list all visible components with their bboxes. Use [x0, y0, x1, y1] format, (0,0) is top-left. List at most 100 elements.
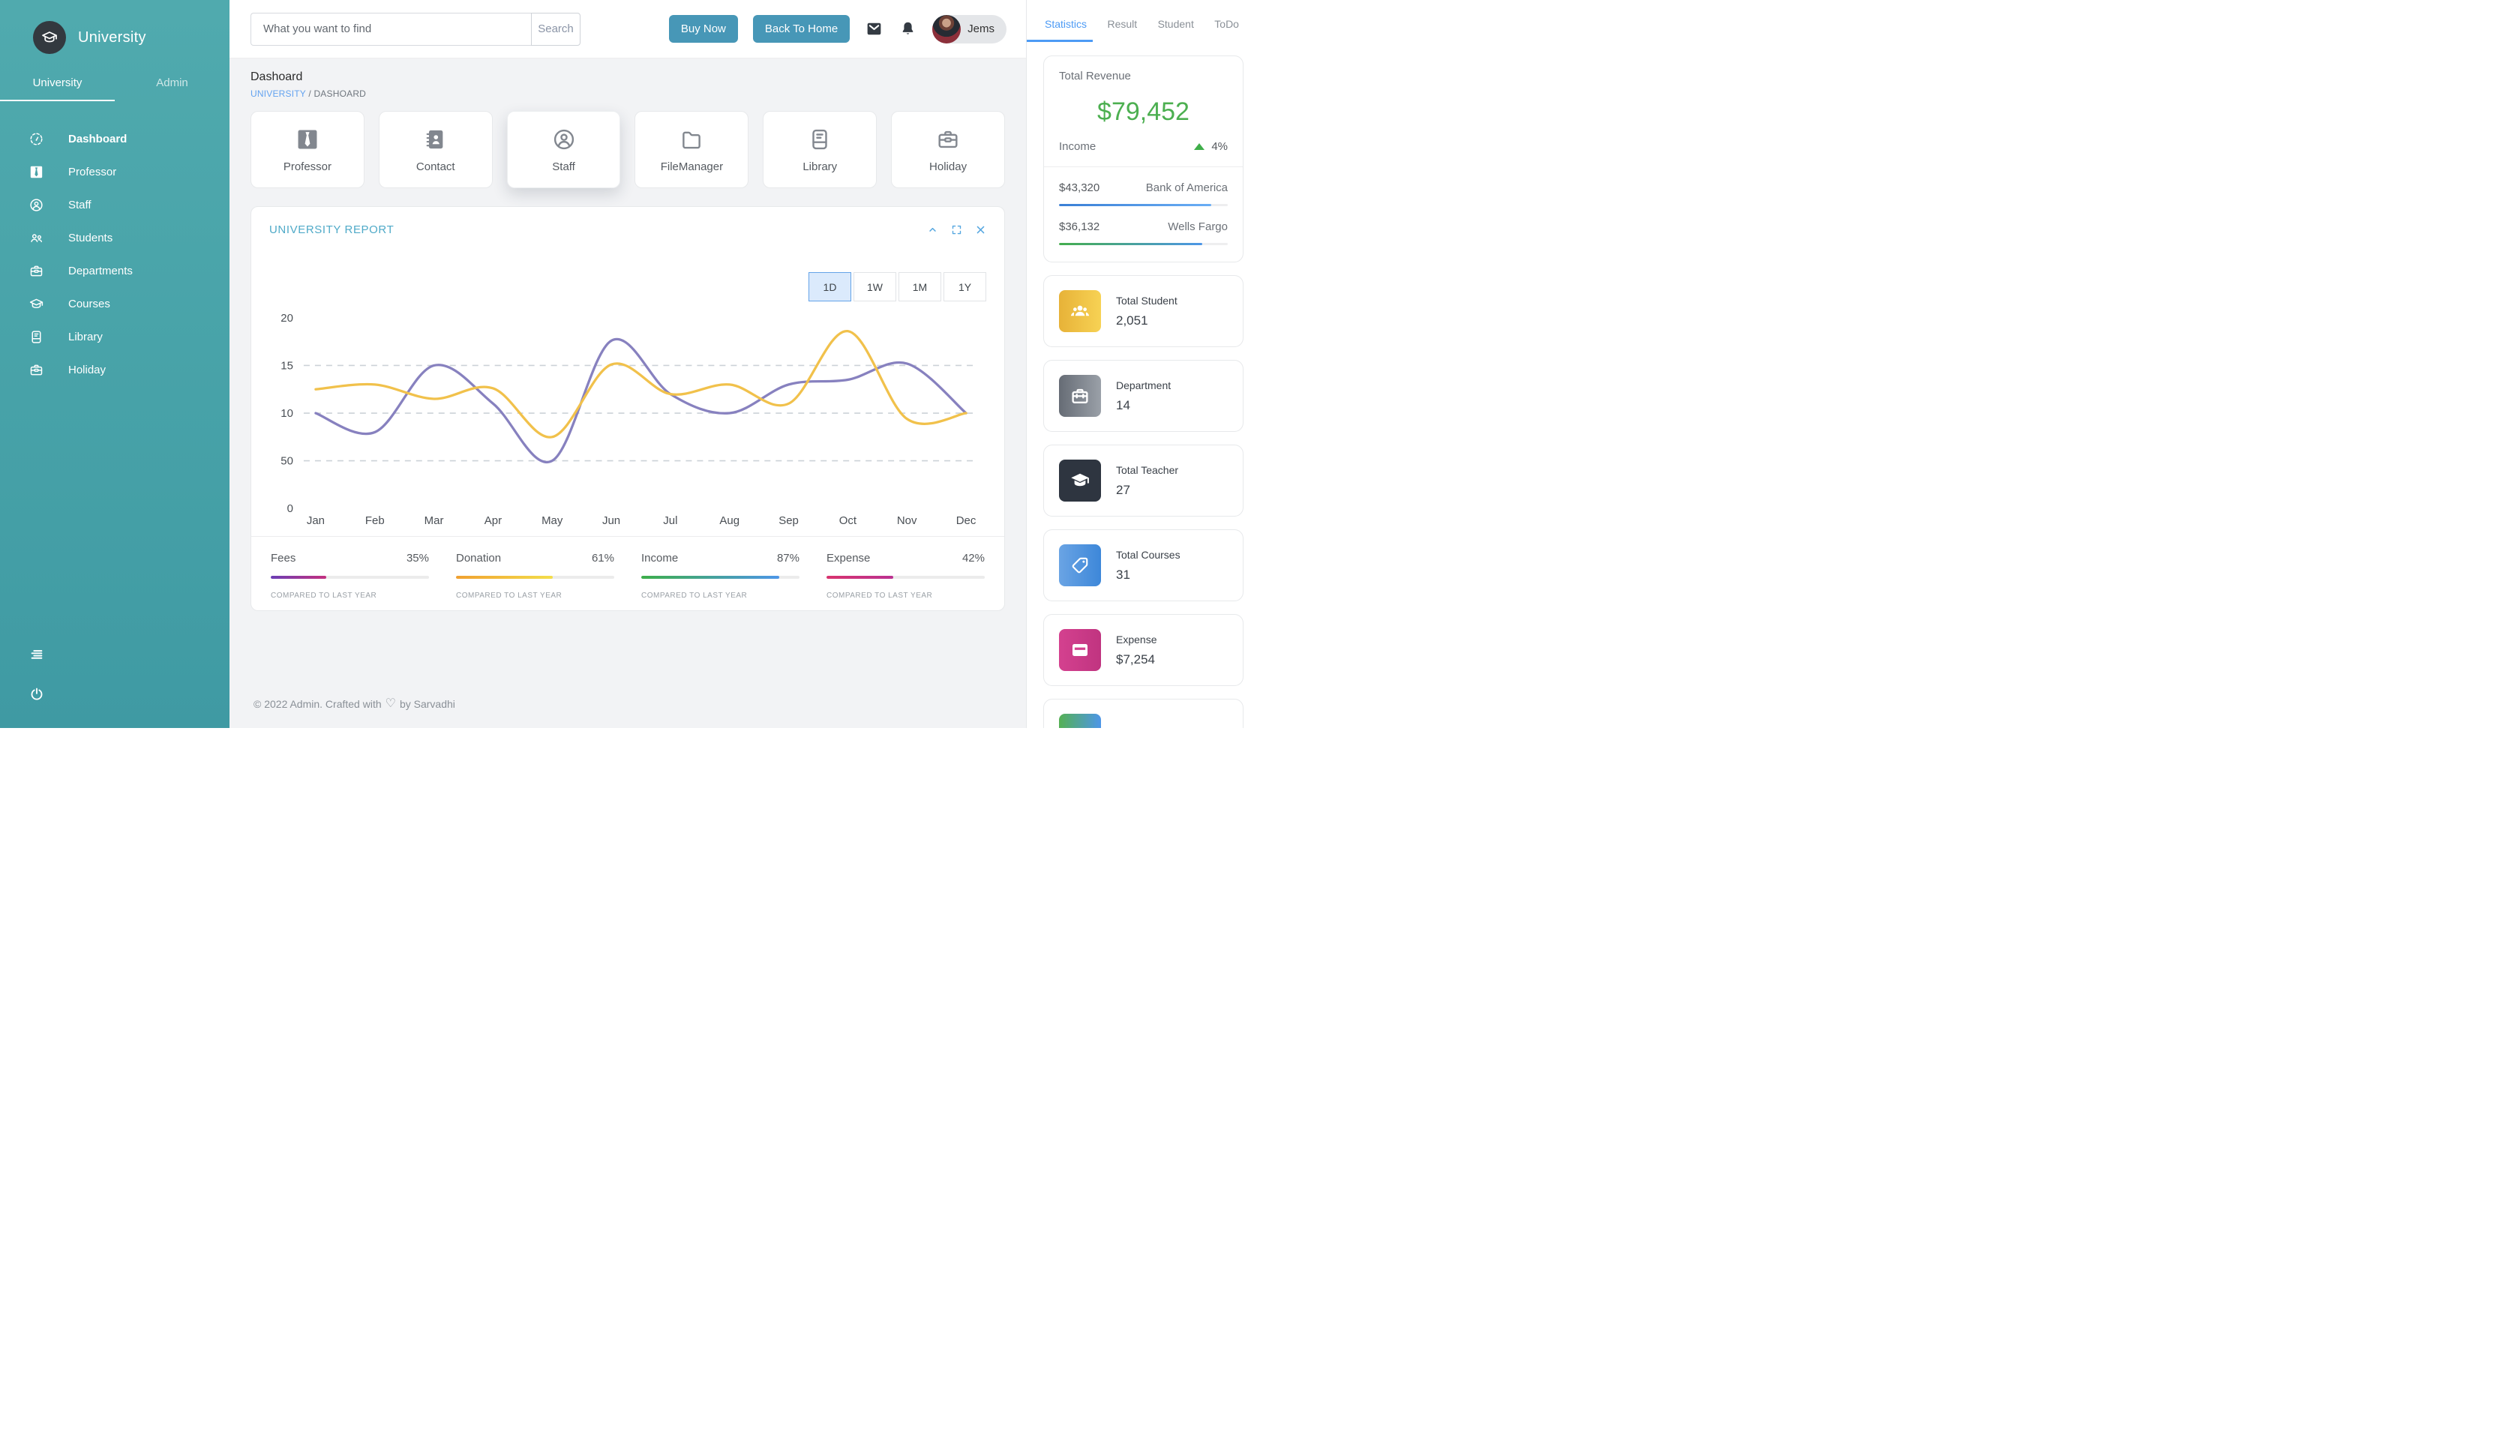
quicklink-professor[interactable]: Professor: [250, 111, 364, 188]
sidebar-item-holiday[interactable]: Holiday: [0, 353, 230, 386]
metric-label: Expense: [826, 552, 870, 565]
metric-percent: 42%: [962, 552, 985, 565]
metric-donation: Donation 61% COMPARED TO LAST YEAR: [456, 552, 614, 600]
bell-icon[interactable]: [898, 19, 917, 38]
users-icon: [28, 230, 44, 246]
stat-card-text: Total Student 2,051: [1116, 295, 1178, 328]
university-report-card: UNIVERSITY REPORT 1D1W1M1Y 201510500JanF…: [250, 206, 1005, 611]
range-button-1d[interactable]: 1D: [808, 272, 851, 301]
sidebar-item-professor[interactable]: Professor: [0, 155, 230, 188]
chevron-up-icon[interactable]: [927, 224, 938, 235]
svg-text:Aug: Aug: [719, 514, 740, 527]
sidebar-item-label: Dashboard: [68, 133, 127, 145]
main-column: Search Buy Now Back To Home Jems Dashoar…: [230, 0, 1026, 728]
search-button[interactable]: Search: [531, 13, 580, 46]
revenue-amount: $79,452: [1059, 97, 1228, 127]
quicklink-label: Staff: [552, 160, 575, 173]
tag-icon: [1069, 554, 1091, 577]
bank-item-wells-fargo: $36,132 Wells Fargo: [1059, 220, 1228, 245]
bank-progress: [1059, 243, 1228, 245]
range-button-1w[interactable]: 1W: [854, 272, 896, 301]
close-icon[interactable]: [975, 224, 986, 235]
metric-income: Income 87% COMPARED TO LAST YEAR: [641, 552, 800, 600]
tab-result[interactable]: Result: [1107, 18, 1137, 42]
metric-fees: Fees 35% COMPARED TO LAST YEAR: [271, 552, 429, 600]
briefcase-icon: [935, 127, 961, 152]
search-bar: Search: [250, 13, 580, 46]
breadcrumb: UNIVERSITY / DASHOARD: [250, 88, 1005, 99]
breadcrumb-university[interactable]: UNIVERSITY: [250, 88, 306, 99]
income-label: Income: [1059, 140, 1096, 153]
quicklink-staff[interactable]: Staff: [507, 111, 621, 188]
briefcase-icon: [28, 263, 44, 279]
user-menu[interactable]: Jems: [932, 15, 1006, 43]
footer-credit: by Sarvadhi: [400, 698, 455, 710]
stat-card-value: 14: [1116, 398, 1171, 413]
stat-card-value: 27: [1116, 483, 1178, 498]
stat-card-text: Department 14: [1116, 379, 1171, 413]
stat-card-list: Total Student 2,051 Department 14 Total …: [1043, 275, 1244, 728]
brand[interactable]: University: [0, 0, 230, 54]
range-selector: 1D1W1M1Y: [269, 272, 986, 301]
sidebar-tabs: UniversityAdmin: [0, 76, 230, 101]
svg-text:10: 10: [280, 407, 293, 420]
metric-bar: [456, 576, 614, 579]
income-delta-value: 4%: [1211, 140, 1228, 153]
stat-card-text: Total Teacher 27: [1116, 464, 1178, 498]
power-icon[interactable]: [28, 686, 45, 703]
sidebar-item-staff[interactable]: Staff: [0, 188, 230, 221]
tie-badge-icon: [295, 127, 320, 152]
user-name: Jems: [968, 22, 994, 35]
sidebar-item-departments[interactable]: Departments: [0, 254, 230, 287]
quicklink-holiday[interactable]: Holiday: [891, 111, 1005, 188]
range-button-1y[interactable]: 1Y: [944, 272, 986, 301]
sidebar-tab-university[interactable]: University: [0, 76, 115, 101]
back-to-home-button[interactable]: Back To Home: [753, 15, 850, 43]
tab-todo[interactable]: ToDo: [1214, 18, 1239, 42]
caret-up-icon: [1194, 143, 1204, 150]
grad-cap-solid-icon: [1069, 469, 1091, 492]
svg-text:Nov: Nov: [897, 514, 917, 527]
page-title: Dashoard: [250, 70, 1005, 84]
stat-card-value: $7,254: [1116, 652, 1156, 667]
sidebar-item-library[interactable]: Library: [0, 320, 230, 353]
svg-text:Oct: Oct: [839, 514, 857, 527]
report-metrics: Fees 35% COMPARED TO LAST YEAR Donation …: [269, 537, 986, 610]
buy-now-button[interactable]: Buy Now: [669, 15, 738, 43]
tab-statistics[interactable]: Statistics: [1045, 18, 1087, 42]
expand-icon[interactable]: [951, 224, 962, 235]
sidebar-item-label: Professor: [68, 166, 116, 178]
sidebar-item-label: Courses: [68, 298, 110, 310]
metric-bar: [826, 576, 985, 579]
svg-text:Jun: Jun: [602, 514, 620, 527]
total-revenue-card: Total Revenue $79,452 Income 4% $43,320 …: [1043, 55, 1244, 262]
range-button-1m[interactable]: 1M: [898, 272, 941, 301]
people-solid-icon: [1069, 300, 1091, 322]
right-panel: Statistics Result Student ToDo Total Revenu…: [1026, 0, 1260, 728]
bank-list: $43,320 Bank of America $36,132 Wells Fa…: [1059, 181, 1228, 245]
sidebar-tab-admin[interactable]: Admin: [115, 76, 230, 101]
sidebar-item-label: Students: [68, 232, 112, 244]
metric-percent: 35%: [406, 552, 429, 565]
list-indent-icon[interactable]: [28, 647, 45, 664]
footer-text: © 2022 Admin. Crafted with: [254, 698, 382, 710]
search-input[interactable]: [250, 13, 531, 46]
sidebar-item-students[interactable]: Students: [0, 221, 230, 254]
quicklink-contact[interactable]: Contact: [379, 111, 493, 188]
svg-text:Jan: Jan: [307, 514, 325, 527]
sidebar-item-dashboard[interactable]: Dashboard: [0, 122, 230, 155]
quicklink-library[interactable]: Library: [763, 111, 877, 188]
card-icon: [1069, 639, 1091, 661]
sidebar-item-courses[interactable]: Courses: [0, 287, 230, 320]
mail-icon[interactable]: [865, 19, 884, 38]
svg-text:0: 0: [287, 502, 293, 515]
quicklink-filemanager[interactable]: FileManager: [634, 111, 748, 188]
stat-card-text: Total Courses 31: [1116, 549, 1180, 583]
svg-text:50: 50: [280, 455, 293, 468]
user-circle-icon: [551, 127, 577, 152]
breadcrumb-current: DASHOARD: [314, 88, 366, 99]
tab-student[interactable]: Student: [1158, 18, 1194, 42]
metric-percent: 87%: [777, 552, 800, 565]
stat-card-text: Expense $7,254: [1116, 634, 1156, 667]
avatar: [932, 15, 961, 43]
